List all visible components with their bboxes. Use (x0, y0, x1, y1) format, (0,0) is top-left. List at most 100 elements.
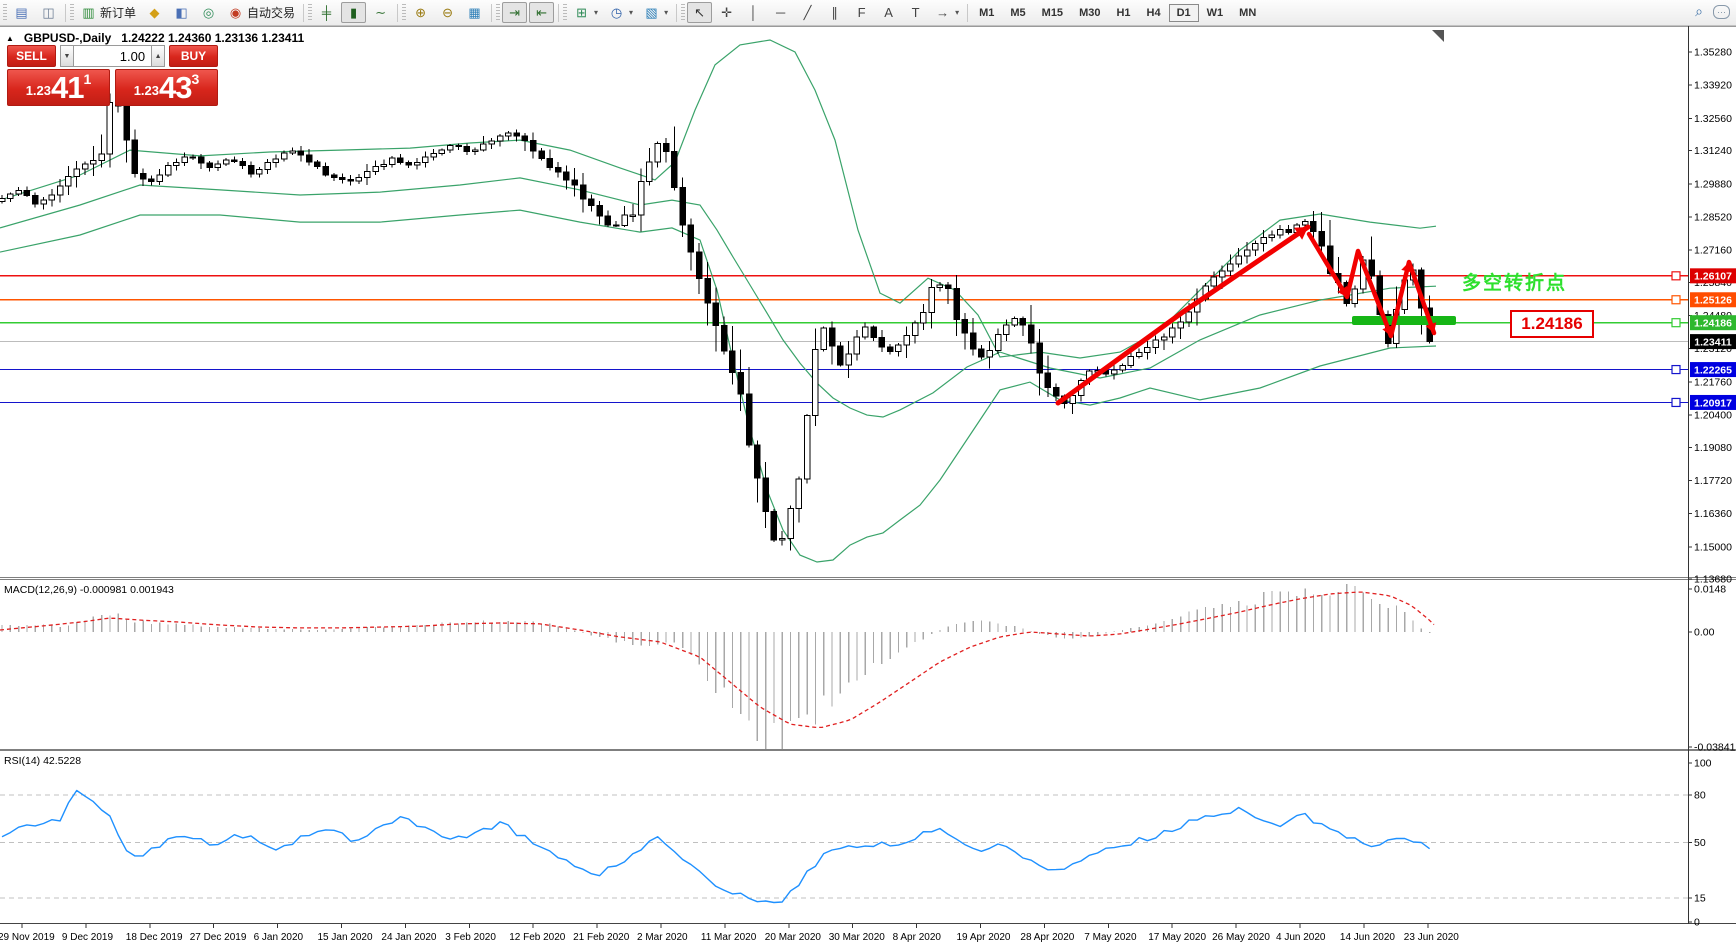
candlestick-button[interactable]: ▮ (341, 2, 367, 23)
candle (31, 194, 39, 205)
timeframe-d1[interactable]: D1 (1168, 3, 1199, 22)
turning-point-annotation[interactable]: 多空转折点 (1462, 268, 1567, 295)
support-highlight-bar[interactable] (1352, 316, 1456, 325)
toolbar-drag-handle[interactable] (308, 3, 313, 22)
bar-chart-button[interactable]: ╪ (314, 2, 339, 23)
price-callout-box[interactable]: 1.24186 (1510, 310, 1594, 338)
toolbar-drag-handle[interactable] (563, 3, 568, 22)
line-end-marker[interactable] (1671, 397, 1681, 408)
candle (197, 156, 205, 164)
tile-windows-button[interactable]: ▦ (462, 2, 487, 23)
label-button[interactable]: T (903, 2, 928, 23)
line-end-marker[interactable] (1671, 271, 1681, 281)
candle (994, 333, 1002, 351)
new-order-button[interactable]: ▥ 新订单 (76, 2, 140, 23)
terminal-button[interactable]: ◎ (196, 2, 221, 23)
line-end-marker[interactable] (1671, 364, 1681, 375)
fibonacci-button[interactable]: F (849, 2, 874, 23)
line-chart-button[interactable]: ∼ (368, 2, 393, 23)
zoom-in-button[interactable]: ⊕ (408, 2, 433, 23)
timeframe-m30[interactable]: M30 (1071, 4, 1108, 22)
timeframe-m15[interactable]: M15 (1034, 4, 1071, 22)
candle (820, 327, 827, 351)
buy-button[interactable]: BUY (169, 45, 218, 67)
candle (15, 190, 22, 195)
timeframe-mn[interactable]: MN (1231, 4, 1264, 22)
new-chart-button[interactable]: ▤ (9, 2, 34, 23)
date-axis-label: 18 Dec 2019 (126, 932, 183, 943)
candle (164, 164, 172, 176)
rsi-axis-tick: 15 (1694, 893, 1706, 905)
toolbar-drag-handle[interactable] (681, 3, 686, 22)
templates-button[interactable]: ▧ ▾ (639, 2, 672, 23)
candle (0, 197, 6, 202)
date-axis-label: 15 Jan 2020 (318, 932, 373, 943)
crosshair-button[interactable]: ✛ (714, 2, 739, 23)
candle (422, 156, 429, 164)
candle (156, 174, 163, 182)
candle (1119, 364, 1126, 371)
chart-canvas[interactable]: 1.35280 1.33920 1.32560 1.31240 1.29880 1.285… (0, 0, 1736, 948)
chart-shift-button[interactable]: ⇤ (529, 2, 555, 23)
candle (1276, 228, 1284, 236)
candle (911, 322, 919, 337)
candle (48, 194, 56, 201)
macd-axis-tick: -0.038415 (1694, 742, 1736, 754)
timeframe-h1[interactable]: H1 (1108, 4, 1138, 22)
candle (322, 166, 329, 176)
text-icon: A (884, 5, 893, 20)
arrows-button[interactable]: → ▾ (930, 2, 963, 23)
price-badge-text: 1.22265 (1694, 364, 1732, 376)
candle (787, 507, 794, 540)
horizontal-line-button[interactable]: ─ (768, 2, 793, 23)
timeframe-m5[interactable]: M5 (1002, 4, 1033, 22)
toolbar-drag-handle[interactable] (3, 3, 7, 22)
candle (1235, 255, 1242, 265)
line-end-marker[interactable] (1671, 295, 1681, 305)
candle (778, 538, 786, 541)
chat-icon[interactable]: ⋯ (1713, 4, 1730, 19)
buy-price-tile[interactable]: 1.23 43 3 (115, 69, 218, 106)
toolbar-drag-handle[interactable] (70, 3, 74, 22)
autotrading-button[interactable]: ◉ 自动交易 (223, 2, 299, 23)
zoom-out-button[interactable]: ⊖ (435, 2, 460, 23)
candle (1227, 263, 1234, 272)
timeframe-h4[interactable]: H4 (1139, 4, 1169, 22)
line-end-marker[interactable] (1671, 318, 1681, 328)
volume-input[interactable] (73, 45, 152, 67)
profiles-button[interactable]: ◫ (36, 2, 61, 23)
text-button[interactable]: A (876, 2, 901, 23)
candle (1027, 324, 1035, 344)
candle (737, 372, 744, 395)
candle (222, 159, 230, 165)
candle (828, 327, 836, 347)
buy-price-pips: 43 (159, 70, 192, 105)
cursor-button[interactable]: ↖ (687, 2, 713, 23)
collapse-triangle-icon[interactable]: ▲ (6, 34, 14, 43)
rsi-indicator-label: RSI(14) 42.5228 (4, 755, 82, 767)
periods-button[interactable]: ◷ ▾ (604, 2, 637, 23)
channel-button[interactable]: ∥ (822, 2, 847, 23)
timeframe-w1[interactable]: W1 (1199, 4, 1232, 22)
timeframe-m1[interactable]: M1 (971, 4, 1002, 22)
candle (695, 251, 703, 279)
sell-price-tile[interactable]: 1.23 41 1 (7, 69, 110, 106)
vertical-line-button[interactable]: │ (741, 2, 766, 23)
candle (1144, 346, 1151, 354)
market-watch-button[interactable]: ◆ (142, 2, 167, 23)
profiles-icon: ◫ (42, 5, 55, 20)
search-icon[interactable]: ⌕ (1695, 3, 1703, 20)
volume-up-button[interactable]: ▲ (151, 45, 165, 67)
navigator-button[interactable]: ◧ (169, 2, 194, 23)
date-axis-label: 14 Jun 2020 (1340, 932, 1395, 943)
toolbar-drag-handle[interactable] (496, 3, 501, 22)
candlestick-icon: ▮ (349, 5, 358, 20)
candle (563, 171, 570, 181)
toolbar-drag-handle[interactable] (402, 3, 407, 22)
indicators-button[interactable]: ⊞ ▾ (569, 2, 602, 23)
auto-scroll-button[interactable]: ⇥ (502, 2, 528, 23)
sell-button[interactable]: SELL (7, 45, 56, 67)
trendline-button[interactable]: ╱ (795, 2, 820, 23)
volume-down-button[interactable]: ▼ (60, 45, 74, 67)
candle (98, 153, 105, 162)
